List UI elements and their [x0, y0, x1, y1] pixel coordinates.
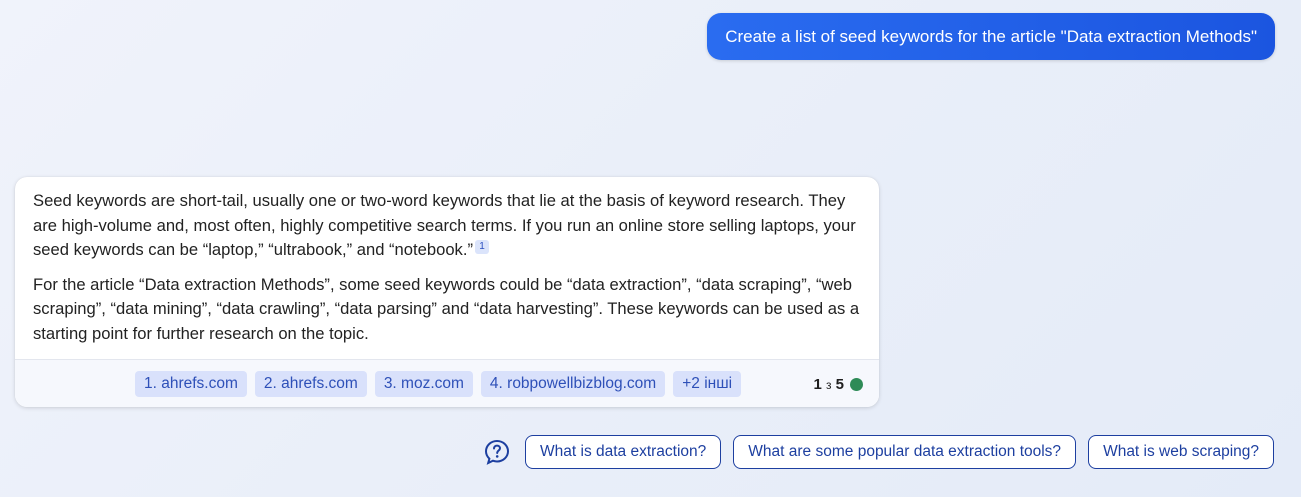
bot-paragraph-text: Seed keywords are short-tail, usually on…: [33, 191, 856, 259]
status-dot-icon: [850, 378, 863, 391]
response-current: 1: [813, 376, 822, 393]
bot-paragraph: For the article “Data extraction Methods…: [33, 274, 860, 343]
source-link[interactable]: 4. robpowellbizblog.com: [480, 371, 666, 397]
bot-paragraph: Seed keywords are short-tail, usually on…: [33, 189, 861, 263]
source-link[interactable]: 1. ahrefs.com: [135, 371, 247, 397]
bot-response-card: Seed keywords are short-tail, usually on…: [15, 177, 879, 407]
suggestion-chip[interactable]: What are some popular data extraction to…: [733, 435, 1077, 469]
response-separator: з: [825, 378, 832, 392]
response-total: 5: [835, 376, 844, 393]
source-link[interactable]: 3. moz.com: [374, 371, 473, 397]
response-counter: 1 з 5: [813, 376, 863, 393]
suggestions-row: What is data extraction? What are some p…: [483, 435, 1274, 469]
bot-response-body: Seed keywords are short-tail, usually on…: [15, 177, 879, 346]
sources-bar: 1. ahrefs.com 2. ahrefs.com 3. moz.com 4…: [15, 359, 879, 407]
user-message-text: Create a list of seed keywords for the a…: [725, 27, 1257, 46]
user-message-bubble: Create a list of seed keywords for the a…: [707, 13, 1275, 60]
suggestion-chip[interactable]: What is web scraping?: [1088, 435, 1274, 469]
source-link[interactable]: 2. ahrefs.com: [254, 371, 367, 397]
question-bubble-icon[interactable]: [483, 438, 511, 466]
source-links: 1. ahrefs.com 2. ahrefs.com 3. moz.com 4…: [135, 371, 742, 397]
suggestion-chip[interactable]: What is data extraction?: [525, 435, 722, 469]
more-sources-button[interactable]: +2 інші: [673, 371, 742, 397]
citation-link[interactable]: 1: [474, 240, 489, 254]
